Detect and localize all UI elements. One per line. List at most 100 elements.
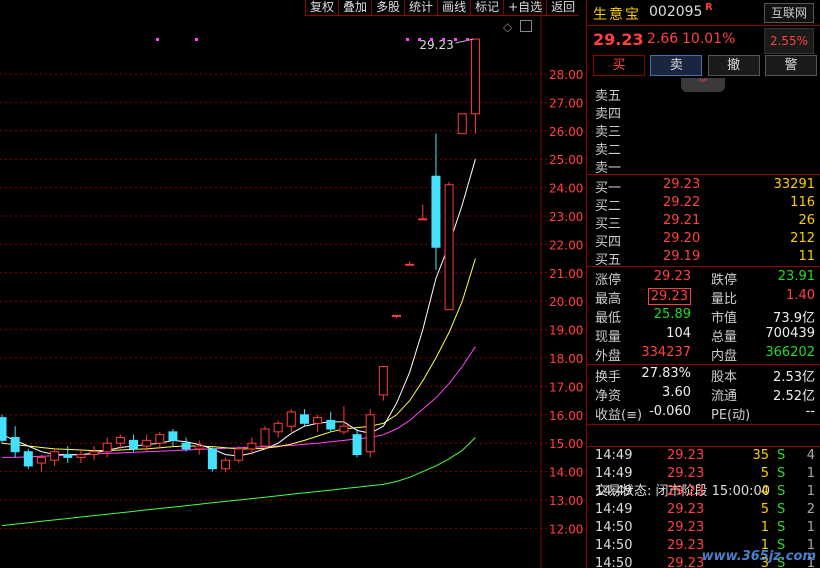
cancel-button[interactable]: 撤 — [707, 55, 760, 76]
tick-direction: S — [777, 520, 786, 535]
quote-label: 跌停 — [711, 273, 738, 288]
panel-toggle-icon[interactable] — [520, 20, 532, 32]
y-tick-label: 18.00 — [549, 352, 583, 366]
sell-button[interactable]: 卖 — [650, 55, 703, 76]
quote-value: 2.53亿 — [773, 370, 815, 385]
watermark: www.365jz.com — [701, 549, 816, 564]
chart-toolbar: 复权 叠加 多股 统计 画线 标记 +自选 返回 — [305, 0, 580, 16]
toolbar-item[interactable]: 叠加 — [338, 0, 371, 16]
tick-direction: S — [777, 466, 786, 481]
divider — [587, 174, 820, 175]
order-level-volume: 116 — [790, 195, 815, 210]
signal-dot — [466, 38, 469, 41]
quote-value: 3.60 — [662, 385, 691, 400]
tick-direction: S — [777, 448, 786, 463]
tick-row[interactable]: 14:50 29.23 1 S 1 — [587, 519, 820, 537]
toolbar-item[interactable]: 统计 — [404, 0, 437, 16]
candle-body — [339, 425, 349, 433]
quote-row: 外盘 334237 内盘 366202 — [587, 344, 820, 364]
candle-body — [207, 448, 217, 470]
quote-row: 最高 29.23 量比 1.40 — [587, 287, 820, 307]
trade-buttons: 买 卖 撤 警 — [593, 55, 817, 77]
quote-value: 2.52亿 — [773, 389, 815, 404]
fundamentals: 换手 27.83% 股本 2.53亿 净资 3.60 流通 2.52亿 收益(≡) -0.060 P… — [587, 365, 820, 423]
candle-body — [115, 437, 125, 444]
tick-time: 14:49 — [595, 466, 633, 481]
candle-body — [444, 184, 454, 311]
price-row: 29.23 2.66 10.01% 2.55% — [587, 26, 820, 54]
quote-row: 最低 25.89 市值 73.9亿 — [587, 306, 820, 326]
quote-label: 最高 — [595, 292, 622, 307]
tick-time: 14:50 — [595, 520, 633, 535]
candle-body — [286, 411, 296, 427]
candle-body — [247, 442, 257, 450]
signal-dot — [406, 38, 409, 41]
candle-body — [392, 314, 401, 317]
candle-body — [76, 454, 86, 458]
tick-volume: 4 — [760, 484, 769, 499]
y-tick-label: 24.00 — [549, 182, 583, 196]
quote-label: 流通 — [711, 389, 738, 404]
order-book-row: 卖五 — [587, 84, 820, 104]
toolbar-item[interactable]: 画线 — [437, 0, 470, 16]
stock-code: 002095 — [649, 4, 703, 20]
quote-row: 换手 27.83% 股本 2.53亿 — [587, 365, 820, 385]
tick-volume: 5 — [760, 466, 769, 481]
candle-body — [260, 428, 270, 447]
tick-time: 14:49 — [595, 448, 633, 463]
ma20-line — [2, 346, 476, 458]
signal-dot — [418, 38, 421, 41]
quote-label: 最低 — [595, 311, 622, 326]
signal-dot — [454, 38, 457, 41]
ma10-line — [1, 258, 476, 452]
order-level-volume: 26 — [798, 213, 815, 228]
y-tick-label: 20.00 — [549, 295, 583, 309]
quote-row: 涨停 29.23 跌停 23.91 — [587, 268, 820, 288]
alert-button[interactable]: 警 — [764, 55, 817, 76]
candle-body — [431, 175, 441, 248]
toolbar-item[interactable]: 标记 — [470, 0, 503, 16]
candle-body — [50, 451, 60, 461]
toolbar-item[interactable]: 返回 — [546, 0, 579, 16]
tick-row[interactable]: 14:49 29.23 35 S 4 — [587, 447, 820, 465]
diamond-icon[interactable]: ◇ — [503, 20, 512, 34]
order-level-volume: 33291 — [773, 177, 815, 192]
quote-value: 334237 — [641, 345, 691, 360]
candle-body — [405, 263, 415, 266]
candle-body — [155, 434, 165, 444]
candle-body — [36, 456, 46, 464]
candle-body — [10, 437, 20, 453]
toolbar-item[interactable]: 复权 — [305, 0, 338, 16]
candle-body — [313, 417, 323, 424]
order-level-volume: 212 — [790, 231, 815, 246]
candle-body — [142, 439, 152, 447]
toolbar-item[interactable]: +自选 — [503, 0, 546, 16]
order-book-row: 买四 29.20 212 — [587, 230, 820, 250]
signal-dot — [195, 38, 198, 41]
quote-label: 市值 — [711, 311, 738, 326]
buy-order-book: 买一 29.23 33291 买二 29.22 116 买三 29.21 26 买四 29.20 21… — [587, 176, 820, 268]
tick-volume: 1 — [760, 520, 769, 535]
kline-chart[interactable]: 28.00 27.00 26.00 25.00 24.00 23.00 22.00 21.00… — [0, 0, 586, 568]
divider — [587, 266, 820, 267]
tick-price: 29.23 — [667, 502, 705, 517]
tick-row[interactable]: 14:49 29.23 5 S 2 — [587, 501, 820, 519]
signal-dot — [156, 38, 159, 41]
candle-body — [181, 442, 191, 450]
sector-change-pct[interactable]: 2.55% — [764, 28, 814, 54]
order-book-row: 卖三 — [587, 120, 820, 140]
kline-svg[interactable]: 28.00 27.00 26.00 25.00 24.00 23.00 22.00 21.00… — [0, 0, 586, 568]
sector-button[interactable]: 互联网 — [764, 3, 814, 23]
tick-row[interactable]: 14:49 29.23 5 S 1 — [587, 465, 820, 483]
price-pointer — [455, 38, 474, 44]
y-tick-label: 25.00 — [549, 153, 583, 167]
candle-body — [326, 419, 336, 430]
order-level-price: 29.20 — [663, 231, 701, 246]
y-tick-label: 19.00 — [549, 324, 583, 338]
buy-button[interactable]: 买 — [593, 55, 645, 76]
tick-row[interactable]: 14:49 29.23 4 S 1 — [587, 483, 820, 501]
tick-time: 14:49 — [595, 484, 633, 499]
order-level-price: 29.19 — [663, 249, 701, 264]
quote-value: 25.89 — [653, 307, 691, 322]
toolbar-item[interactable]: 多股 — [371, 0, 404, 16]
